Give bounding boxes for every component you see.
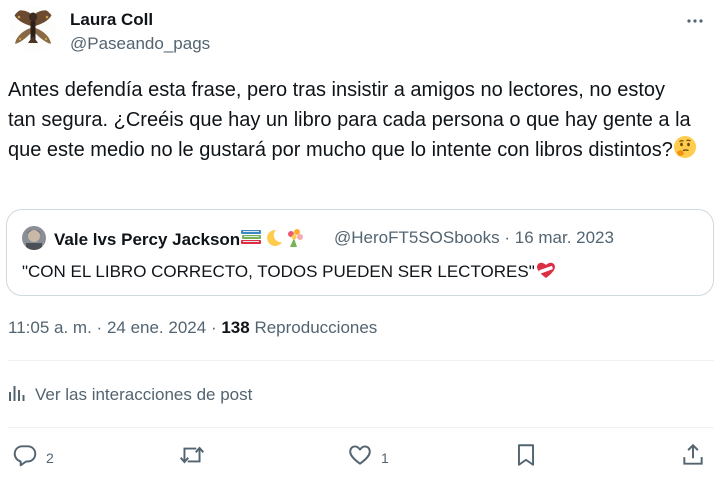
more-options-icon[interactable] — [682, 8, 708, 34]
quoted-text-body: "CON EL LIBRO CORRECTO, TODOS PUEDEN SER… — [22, 262, 535, 281]
thinking-face-emoji — [673, 135, 697, 169]
tweet-meta: 11:05 a. m. · 24 ene. 2024 · 138 Reprodu… — [8, 318, 377, 338]
view-interactions-label: Ver las interacciones de post — [35, 385, 253, 404]
bookmark-button[interactable] — [513, 442, 539, 473]
divider-2 — [8, 427, 714, 428]
reply-count: 2 — [46, 449, 54, 466]
quoted-separator: · — [504, 228, 510, 247]
author-display-name[interactable]: Laura Coll — [70, 10, 153, 30]
like-button[interactable]: 1 — [347, 442, 389, 473]
divider — [8, 360, 714, 361]
quoted-author-name-text: Vale lvs Percy Jackson — [54, 230, 241, 249]
author-handle[interactable]: @Paseando_pags — [70, 34, 210, 54]
bookmark-icon — [513, 442, 539, 473]
tweet-text: Antes defendía esta frase, pero tras ins… — [8, 76, 698, 169]
like-count: 1 — [381, 449, 389, 466]
quoted-author-name: Vale lvs Percy Jackson — [54, 228, 306, 253]
mending-heart-emoji — [535, 260, 557, 285]
share-button[interactable] — [680, 442, 706, 473]
reply-button[interactable]: 2 — [12, 442, 54, 473]
meta-separator: · — [96, 318, 103, 337]
tweet-time[interactable]: 11:05 a. m. — [8, 318, 92, 337]
quoted-tweet-card[interactable]: Vale lvs Percy Jackson @HeroFT5SOSbooks … — [6, 209, 714, 296]
tweet-body: Antes defendía esta frase, pero tras ins… — [8, 79, 691, 161]
quoted-text: "CON EL LIBRO CORRECTO, TODOS PUEDEN SER… — [22, 260, 557, 285]
crescent-moon-emoji — [262, 228, 284, 253]
tweet-header: Laura Coll @Paseando_pags — [10, 6, 710, 58]
author-avatar[interactable] — [10, 6, 56, 52]
bouquet-emoji — [284, 228, 306, 253]
analytics-icon — [8, 384, 26, 407]
quoted-date: 16 mar. 2023 — [514, 228, 614, 247]
quoted-meta: @HeroFT5SOSbooks · 16 mar. 2023 — [334, 228, 614, 248]
quoted-author-avatar — [22, 226, 46, 250]
views-count: 138 — [221, 318, 250, 337]
retweet-button[interactable] — [178, 442, 214, 473]
retweet-icon — [178, 442, 206, 473]
share-icon — [680, 442, 706, 473]
books-emoji — [240, 228, 262, 253]
quoted-author-handle: @HeroFT5SOSbooks — [334, 228, 500, 247]
action-bar: 2 1 — [0, 440, 715, 474]
heart-icon — [347, 442, 373, 473]
meta-separator-2: · — [210, 318, 217, 337]
reply-icon — [12, 442, 38, 473]
tweet-date[interactable]: 24 ene. 2024 — [107, 318, 206, 337]
view-interactions-link[interactable]: Ver las interacciones de post — [8, 383, 252, 407]
views-label: Reproducciones — [254, 318, 378, 337]
